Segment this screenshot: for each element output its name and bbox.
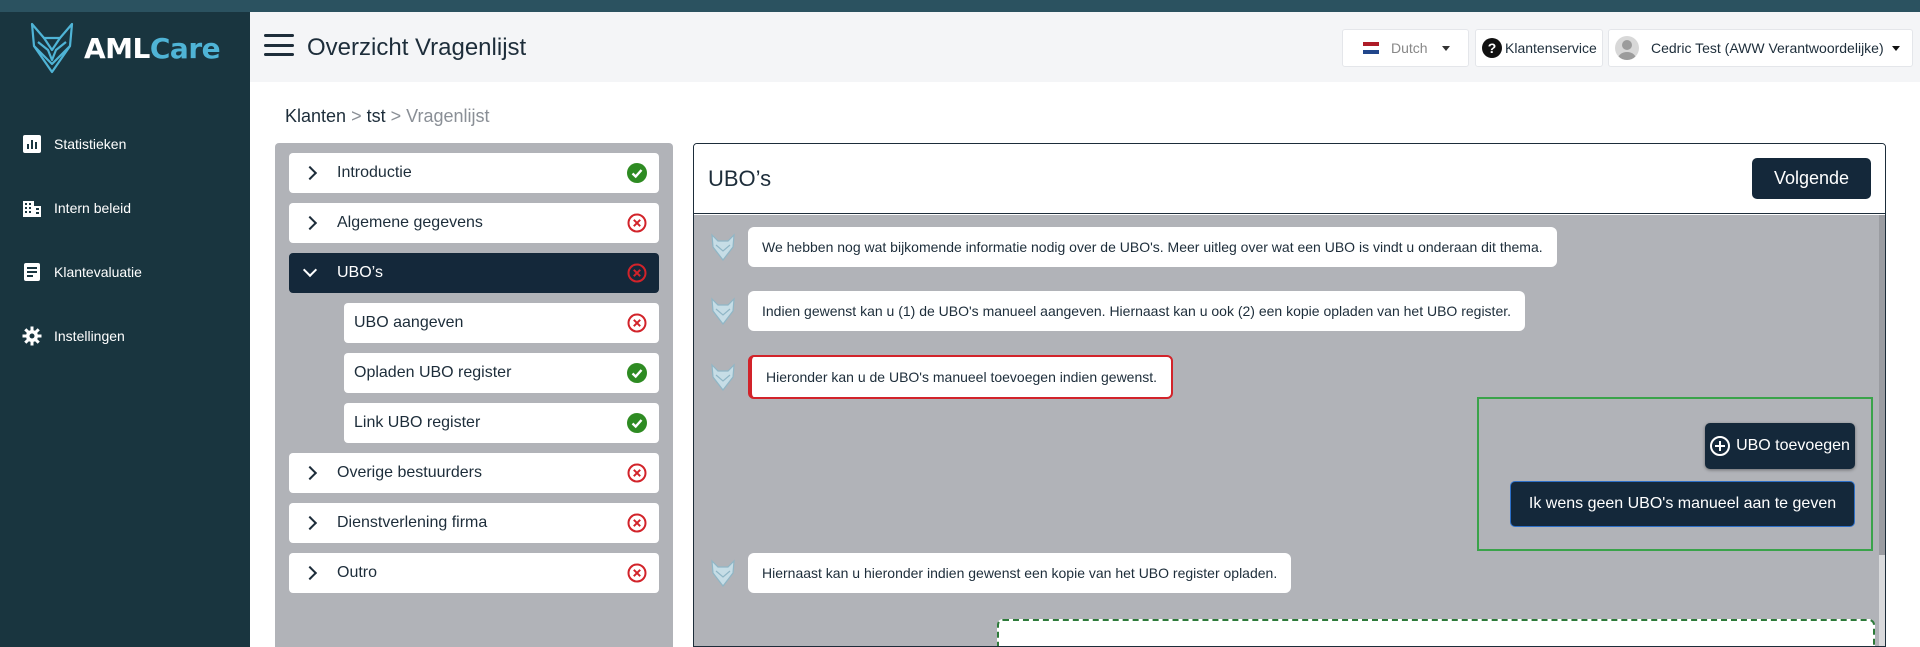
user-name: Cedric Test (AWW Verantwoordelijke) [1651,40,1884,56]
chevron-right-icon [302,515,318,531]
breadcrumb: Klanten > tst > Vragenlijst [285,106,490,127]
caret-down-icon [1441,45,1450,51]
logo[interactable]: AMLCare [24,20,221,76]
chat-bubble: We hebben nog wat bijkomende informatie … [748,227,1557,267]
chat-message-highlighted: Hieronder kan u de UBO's manueel toevoeg… [708,355,1174,399]
sidebar-item-klantevaluatie[interactable]: Klantevaluatie [0,240,250,304]
sidebar-item-intern-beleid[interactable]: Intern beleid [0,176,250,240]
sidebar-item-statistieken[interactable]: Statistieken [0,112,250,176]
question-item-outro[interactable]: Outro [289,553,659,593]
chevron-down-icon [302,262,318,278]
sidebar-item-label: Instellingen [54,328,125,344]
netherlands-flag-icon [1363,42,1379,54]
breadcrumb-separator: > [351,106,362,126]
question-subitem-ubo-aangeven[interactable]: UBO aangeven [344,303,659,343]
bar-chart-icon [23,135,41,153]
question-item-label: Introductie [337,164,412,181]
question-item-label: Link UBO register [354,414,481,431]
question-panel: UBO’s Volgende We hebben nog wat bijkome… [693,143,1886,647]
sidebar-item-label: Klantevaluatie [54,264,142,280]
language-select[interactable]: Dutch [1342,29,1469,67]
chat-area: We hebben nog wat bijkomende informatie … [694,215,1885,646]
check-icon [627,413,647,433]
sidebar-item-label: Intern beleid [54,200,132,216]
chat-bubble-alert: Hieronder kan u de UBO's manueel toevoeg… [748,355,1174,399]
question-item-ubos[interactable]: UBO’s [289,253,659,293]
top-strip [0,0,1920,12]
error-icon [627,463,647,483]
chat-bubble: Indien gewenst kan u (1) de UBO's manuee… [748,291,1526,331]
gear-icon [22,326,42,346]
breadcrumb-client[interactable]: tst [367,106,386,126]
question-item-label: Overige bestuurders [337,464,482,481]
question-subitem-opladen-ubo-register[interactable]: Opladen UBO register [344,353,659,393]
upload-dropzone[interactable] [997,619,1875,646]
question-item-introductie[interactable]: Introductie [289,153,659,193]
add-ubo-label: UBO toevoegen [1736,437,1850,454]
wolf-bot-icon [711,559,735,587]
question-item-label: Opladen UBO register [354,364,512,381]
breadcrumb-current: Vragenlijst [406,106,490,126]
ubo-actions-box: UBO toevoegen Ik wens geen UBO's manueel… [1477,397,1873,551]
building-icon [23,201,41,217]
question-icon: ? [1482,38,1502,58]
wolf-bot-icon [711,233,735,261]
question-item-overige-bestuurders[interactable]: Overige bestuurders [289,453,659,493]
chevron-right-icon [302,465,318,481]
sidebar-item-instellingen[interactable]: Instellingen [0,304,250,368]
scrollbar-thumb[interactable] [1879,215,1885,555]
chat-message: Hiernaast kan u hieronder indien gewenst… [708,553,1292,593]
no-ubo-button[interactable]: Ik wens geen UBO's manueel aan te geven [1510,481,1855,527]
question-item-label: Outro [337,564,378,581]
questionnaire-nav: Introductie Algemene gegevens UBO’s UBO … [275,143,673,647]
customer-service-label: Klantenservice [1505,40,1597,56]
question-item-algemene-gegevens[interactable]: Algemene gegevens [289,203,659,243]
sidebar-nav: Statistieken Intern beleid Klantevaluati… [0,112,250,368]
wolf-bot-icon [711,363,735,391]
question-item-label: Algemene gegevens [337,214,483,231]
panel-title: UBO’s [708,166,772,191]
header: Overzicht Vragenlijst Dutch ? Klantenser… [250,12,1920,82]
sidebar-item-label: Statistieken [54,136,127,152]
breadcrumb-klanten[interactable]: Klanten [285,106,346,126]
wolf-logo-icon [30,22,74,74]
caret-down-icon [1891,45,1900,51]
chevron-right-icon [302,565,318,581]
language-label: Dutch [1391,40,1428,56]
page-title: Overzicht Vragenlijst [307,34,527,61]
chevron-right-icon [302,165,318,181]
error-icon [627,213,647,233]
plus-circle-icon [1710,436,1731,456]
error-icon [627,263,647,283]
error-icon [627,513,647,533]
chat-bubble: Hiernaast kan u hieronder indien gewenst… [748,553,1292,593]
next-button[interactable]: Volgende [1752,158,1871,199]
chat-message: Indien gewenst kan u (1) de UBO's manuee… [708,291,1526,331]
panel-header: UBO’s Volgende [694,144,1885,214]
user-menu[interactable]: Cedric Test (AWW Verantwoordelijke) [1608,29,1913,67]
error-icon [627,563,647,583]
avatar [1615,36,1639,60]
error-icon [627,313,647,333]
question-subitem-link-ubo-register[interactable]: Link UBO register [344,403,659,443]
customer-service-button[interactable]: ? Klantenservice [1475,29,1603,67]
logo-text: AMLCare [84,31,221,65]
add-ubo-button[interactable]: UBO toevoegen [1705,423,1855,469]
chevron-right-icon [302,215,318,231]
hamburger-menu-icon[interactable] [264,34,294,58]
chat-message: We hebben nog wat bijkomende informatie … [708,227,1557,267]
scrollbar[interactable] [1879,215,1885,646]
document-icon [24,263,40,281]
sidebar: AMLCare Statistieken Intern beleid Klant… [0,12,250,647]
check-icon [627,363,647,383]
breadcrumb-separator: > [390,106,402,126]
wolf-bot-icon [711,297,735,325]
question-item-label: UBO aangeven [354,314,464,331]
check-icon [627,163,647,183]
question-item-label: UBO’s [337,264,383,281]
question-item-label: Dienstverlening firma [337,514,488,531]
question-item-dienstverlening-firma[interactable]: Dienstverlening firma [289,503,659,543]
